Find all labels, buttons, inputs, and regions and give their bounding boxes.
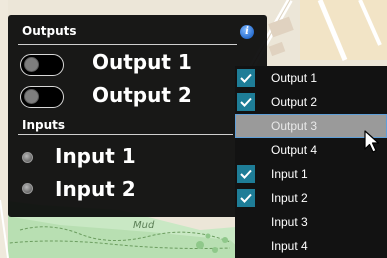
- output-2-toggle[interactable]: [20, 86, 64, 108]
- menu-item-label: Output 2: [271, 95, 318, 109]
- menu-item-label: Input 4: [271, 239, 308, 253]
- map-label-mud: Mud: [133, 220, 155, 231]
- input-2-label: Input 2: [55, 177, 136, 201]
- toggle-knob: [24, 57, 39, 72]
- menu-item-label: Input 1: [271, 167, 308, 181]
- check-icon: [237, 189, 255, 207]
- outputs-section-title: Outputs: [22, 24, 77, 38]
- io-panel: Outputs i Output 1 Output 2 Inputs Input…: [8, 15, 267, 217]
- mouse-pointer-icon: [364, 130, 380, 153]
- check-icon: [237, 93, 255, 111]
- menu-item-label: Output 1: [271, 71, 318, 85]
- menu-item-label: Output 4: [271, 143, 318, 157]
- info-icon[interactable]: i: [240, 25, 254, 39]
- output-1-label: Output 1: [92, 50, 192, 74]
- menu-item-label: Output 3: [271, 119, 318, 133]
- input-2-indicator-icon: [22, 183, 33, 194]
- menu-item-label: Input 3: [271, 215, 308, 229]
- check-icon: [237, 69, 255, 87]
- output-2-label: Output 2: [92, 83, 192, 107]
- outputs-divider: [18, 44, 237, 45]
- menu-item-output-1[interactable]: Output 1: [235, 66, 387, 90]
- inputs-section-title: Inputs: [22, 118, 66, 132]
- check-icon: [237, 165, 255, 183]
- menu-item-output-2[interactable]: Output 2: [235, 90, 387, 114]
- io-select-menu: Output 1 Output 2 Output 3 Output 4 Inpu…: [235, 66, 387, 258]
- menu-item-input-1[interactable]: Input 1: [235, 162, 387, 186]
- inputs-divider: [18, 134, 233, 135]
- menu-item-input-2[interactable]: Input 2: [235, 186, 387, 210]
- toggle-knob: [24, 89, 39, 104]
- input-1-label: Input 1: [55, 144, 136, 168]
- input-1-indicator-icon: [22, 152, 33, 163]
- menu-item-label: Input 2: [271, 191, 308, 205]
- menu-item-input-4[interactable]: Input 4: [235, 234, 387, 258]
- output-1-toggle[interactable]: [20, 54, 64, 76]
- menu-item-input-3[interactable]: Input 3: [235, 210, 387, 234]
